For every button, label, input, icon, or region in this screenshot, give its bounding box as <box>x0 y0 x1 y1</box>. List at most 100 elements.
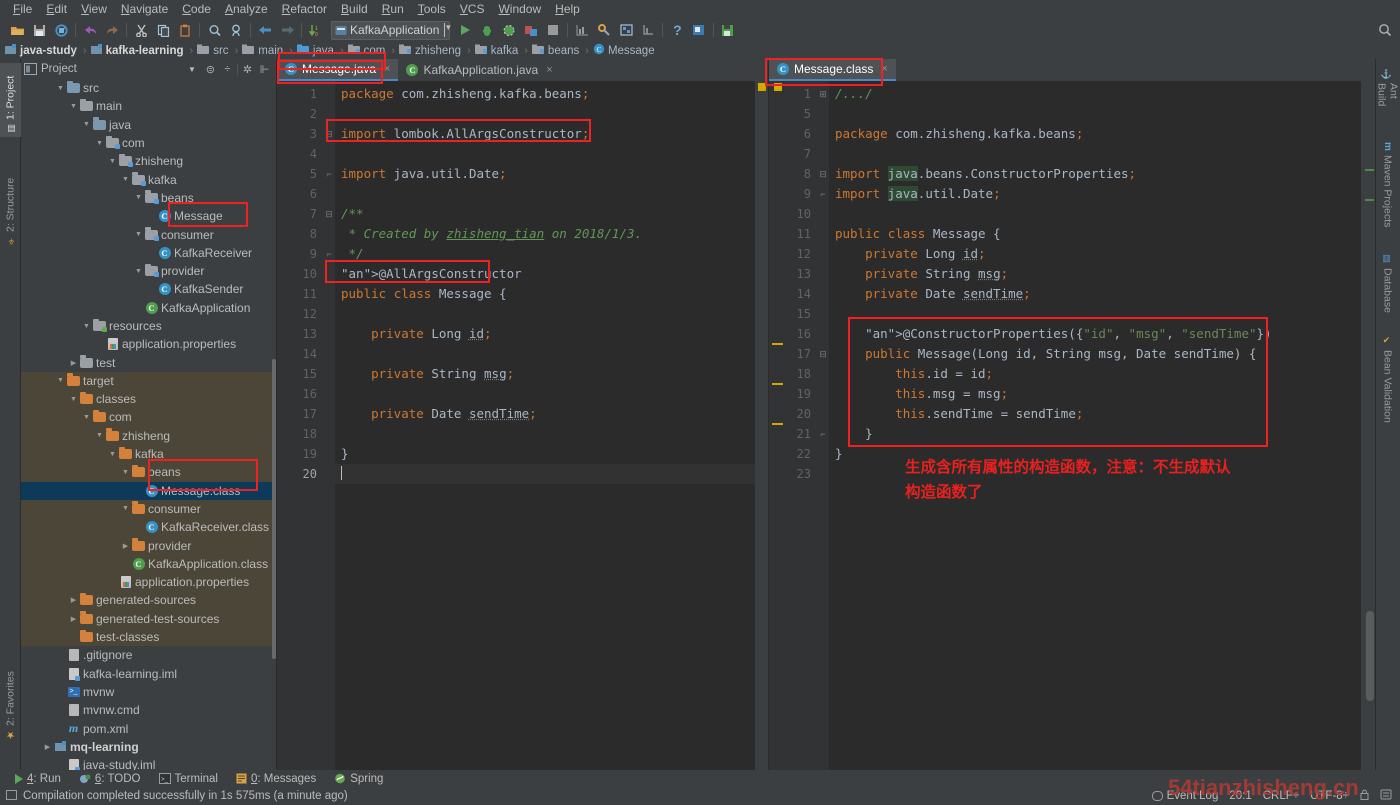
code-line[interactable] <box>335 344 755 364</box>
disclosure-triangle-icon[interactable]: ▼ <box>120 505 131 512</box>
tree-item-java-study-iml[interactable]: java-study.iml <box>21 756 276 770</box>
code-line[interactable]: } <box>829 424 1361 444</box>
code-line[interactable] <box>335 144 755 164</box>
code-line[interactable] <box>335 104 755 124</box>
redo-icon[interactable] <box>101 20 123 40</box>
disclosure-triangle-icon[interactable]: ▶ <box>42 743 53 751</box>
fold-collapse-icon[interactable]: ⊟ <box>817 344 829 364</box>
code-line[interactable]: import java.beans.ConstructorProperties; <box>829 164 1361 184</box>
tree-item-classes[interactable]: ▼classes <box>21 390 276 408</box>
sidebar-item-maven-projects[interactable]: m Maven Projects <box>1375 137 1400 237</box>
code-line[interactable]: private Date sendTime; <box>335 404 755 424</box>
tree-item-KafkaApplication[interactable]: CKafkaApplication <box>21 299 276 317</box>
code-line[interactable] <box>829 144 1361 164</box>
run-configuration-selector[interactable]: KafkaApplication ▼ <box>331 21 450 40</box>
fold-end-icon[interactable]: ⌐ <box>323 164 335 184</box>
code-line[interactable] <box>829 104 1361 124</box>
tree-item-provider[interactable]: ▶provider <box>21 536 276 554</box>
disclosure-triangle-icon[interactable]: ▶ <box>68 359 79 367</box>
code-line[interactable]: private String msg; <box>829 264 1361 284</box>
tab-Message-java[interactable]: CMessage.java× <box>277 59 398 81</box>
project-view-dropdown-icon[interactable]: ▼ <box>188 65 202 74</box>
disclosure-triangle-icon[interactable]: ▼ <box>94 432 105 439</box>
sync-icon[interactable] <box>50 20 72 40</box>
menu-item-help[interactable]: Help <box>548 0 587 18</box>
code-line[interactable] <box>335 424 755 444</box>
disclosure-triangle-icon[interactable]: ▼ <box>81 121 92 128</box>
disclosure-triangle-icon[interactable]: ▼ <box>120 176 131 183</box>
sidebar-item-favorites[interactable]: ★ 2: Favorites <box>0 652 21 744</box>
disclosure-triangle-icon[interactable]: ▼ <box>120 469 131 476</box>
back-icon[interactable] <box>254 20 276 40</box>
tree-item-Message-class[interactable]: CMessage.class <box>21 482 276 500</box>
tree-item-test-classes[interactable]: test-classes <box>21 628 276 646</box>
collapse-all-icon[interactable]: ⊜ <box>202 61 219 77</box>
tree-item-mvnw-cmd[interactable]: mvnw.cmd <box>21 701 276 719</box>
code-text-left[interactable]: package com.zhisheng.kafka.beans; import… <box>335 81 755 770</box>
breadcrumb-item-kafka-learning[interactable]: kafka-learning› <box>91 44 198 58</box>
compile-icon[interactable]: 10 <box>305 20 327 40</box>
menu-item-build[interactable]: Build <box>334 0 375 18</box>
open-folder-icon[interactable] <box>6 20 28 40</box>
marker-gutter-right[interactable] <box>1361 81 1375 770</box>
cut-icon[interactable] <box>130 20 152 40</box>
tree-item--gitignore[interactable]: .gitignore <box>21 646 276 664</box>
tree-item-consumer[interactable]: ▼consumer <box>21 225 276 243</box>
code-line[interactable] <box>335 304 755 324</box>
code-line[interactable]: public class Message { <box>829 224 1361 244</box>
code-line[interactable] <box>335 384 755 404</box>
fold-collapse-icon[interactable]: ⊟ <box>817 164 829 184</box>
analyze-icon[interactable] <box>637 20 659 40</box>
lock-icon[interactable] <box>1360 789 1369 803</box>
tab-Message-class[interactable]: CMessage.class× <box>769 59 896 81</box>
code-area-left[interactable]: 1234567891011121314151617181920 ⊟ ⌐ ⊟ ⌐ … <box>277 81 768 770</box>
chart-icon[interactable] <box>571 20 593 40</box>
sidebar-item-bean-validation[interactable]: ✔ Bean Validation <box>1375 331 1400 435</box>
code-line[interactable] <box>829 304 1361 324</box>
run-icon[interactable] <box>454 20 476 40</box>
paste-icon[interactable] <box>174 20 196 40</box>
tree-item-KafkaSender[interactable]: CKafkaSender <box>21 280 276 298</box>
tree-item-kafka[interactable]: ▼kafka <box>21 445 276 463</box>
breadcrumb-item-kafka[interactable]: kafka› <box>475 44 532 58</box>
code-line[interactable]: private Long id; <box>335 324 755 344</box>
stop-icon[interactable] <box>542 20 564 40</box>
fold-gutter-left[interactable]: ⊟ ⌐ ⊟ ⌐ <box>323 81 335 770</box>
update-project-icon[interactable] <box>688 20 710 40</box>
disclosure-triangle-icon[interactable]: ▼ <box>107 451 118 458</box>
tree-item-test[interactable]: ▶test <box>21 353 276 371</box>
find-replace-icon[interactable] <box>225 20 247 40</box>
breadcrumb-item-java[interactable]: java› <box>297 44 348 58</box>
tree-item-consumer[interactable]: ▼consumer <box>21 500 276 518</box>
fold-end-icon[interactable]: ⌐ <box>817 424 829 444</box>
help-icon[interactable]: ? <box>666 20 688 40</box>
project-structure-icon[interactable] <box>615 20 637 40</box>
disclosure-triangle-icon[interactable]: ▼ <box>133 194 144 201</box>
sidebar-item-database[interactable]: ▥ Database <box>1375 249 1400 321</box>
fold-collapse-icon[interactable]: ⊟ <box>323 124 335 144</box>
project-tree-scrollbar[interactable] <box>272 359 276 659</box>
code-line[interactable]: */ <box>335 244 755 264</box>
tree-item-resources[interactable]: ▼resources <box>21 317 276 335</box>
tree-item-zhisheng[interactable]: ▼zhisheng <box>21 427 276 445</box>
menu-item-view[interactable]: View <box>74 0 114 18</box>
fold-end-icon[interactable]: ⌐ <box>817 184 829 204</box>
fold-gutter-right[interactable]: ⊞ ⊟⌐ ⊟ ⌐ <box>817 81 829 770</box>
code-line[interactable]: this.id = id; <box>829 364 1361 384</box>
profile-icon[interactable] <box>520 20 542 40</box>
tree-item-application-properties[interactable]: application.properties <box>21 573 276 591</box>
menu-item-code[interactable]: Code <box>175 0 218 18</box>
disclosure-triangle-icon[interactable]: ▼ <box>81 414 92 421</box>
disclosure-triangle-icon[interactable]: ▶ <box>68 596 79 604</box>
code-line[interactable]: this.msg = msg; <box>829 384 1361 404</box>
breadcrumb-item-src[interactable]: src› <box>197 44 242 58</box>
code-line[interactable]: "an">@AllArgsConstructor <box>335 264 755 284</box>
tree-item-com[interactable]: ▼com <box>21 134 276 152</box>
menu-item-window[interactable]: Window <box>491 0 548 18</box>
code-line[interactable]: /** <box>335 204 755 224</box>
close-icon[interactable]: × <box>881 63 887 75</box>
code-line[interactable]: this.sendTime = sendTime; <box>829 404 1361 424</box>
tree-item-com[interactable]: ▼com <box>21 408 276 426</box>
breadcrumb-item-zhisheng[interactable]: zhisheng› <box>399 44 475 58</box>
code-line[interactable]: public class Message { <box>335 284 755 304</box>
